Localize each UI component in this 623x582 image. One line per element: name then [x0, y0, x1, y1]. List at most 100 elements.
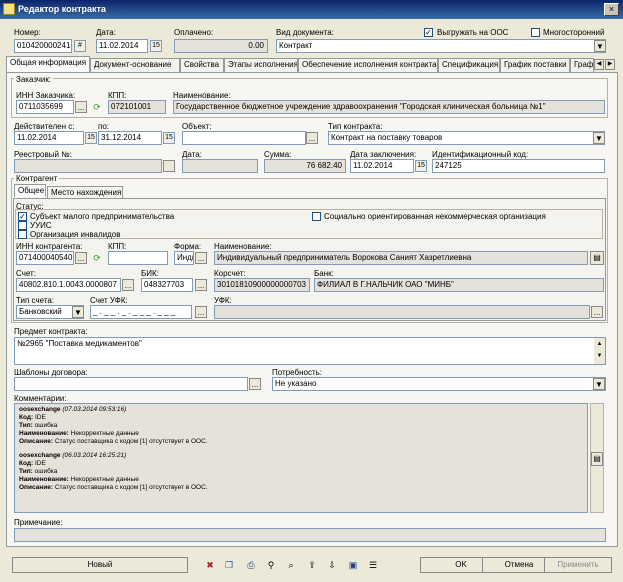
- calendar-icon[interactable]: 15: [163, 132, 175, 144]
- tab-basis[interactable]: Документ-основание: [90, 58, 180, 72]
- ufk-button[interactable]: ...: [591, 306, 603, 318]
- ufk-account-field[interactable]: _ . _ _ . _ . _ _ _ . _ _ _: [90, 305, 192, 319]
- tab-properties[interactable]: Свойства: [180, 58, 224, 72]
- refresh-icon[interactable]: ⟳: [90, 100, 104, 114]
- need-select[interactable]: Не указано: [272, 377, 606, 391]
- tab-left-icon[interactable]: ◀: [594, 59, 604, 70]
- card-icon[interactable]: ▤: [590, 251, 604, 265]
- multi-label: Многосторонний: [543, 28, 605, 37]
- from-field[interactable]: 11.02.2014: [14, 131, 84, 145]
- tab-security[interactable]: Обеспечение исполнения контракта: [298, 58, 438, 72]
- doctype-label: Вид документа:: [276, 28, 334, 37]
- close-button[interactable]: ×: [604, 3, 619, 16]
- chevron-down-icon[interactable]: ▼: [593, 132, 605, 144]
- form-field[interactable]: Инди: [174, 251, 194, 265]
- idcode-field[interactable]: 247125: [432, 159, 605, 173]
- comment-code: IDE: [34, 460, 46, 467]
- customer-inn-field[interactable]: 0711035699: [16, 100, 74, 114]
- customer-inn-button[interactable]: ...: [75, 101, 87, 113]
- tab-spec[interactable]: Спецификация: [438, 58, 500, 72]
- subtab-general[interactable]: Общее: [14, 184, 46, 197]
- status-small-business-checkbox[interactable]: ✓: [18, 212, 27, 221]
- chevron-down-icon[interactable]: ▼: [593, 378, 605, 390]
- calendar-icon[interactable]: 15: [150, 40, 162, 52]
- import-icon[interactable]: ⇩: [325, 558, 339, 572]
- paid-field: 0.00: [174, 39, 268, 53]
- form-button[interactable]: ...: [195, 252, 207, 264]
- copy-icon[interactable]: ❐: [222, 558, 236, 572]
- chevron-down-icon[interactable]: ▼: [72, 306, 84, 318]
- print-icon[interactable]: ⎙: [244, 558, 258, 572]
- app-icon: [3, 3, 15, 15]
- status-social-checkbox[interactable]: [312, 212, 321, 221]
- regdate-field: [182, 159, 258, 173]
- contractor-inn-field[interactable]: 071400040540: [16, 251, 74, 265]
- reg-field: [14, 159, 162, 173]
- comment-type-key: Тип:: [19, 468, 33, 475]
- new-button[interactable]: Новый: [12, 557, 188, 573]
- to-field[interactable]: 31.12.2014: [98, 131, 162, 145]
- object-field[interactable]: [182, 131, 306, 145]
- tab-right-icon[interactable]: ▶: [605, 59, 615, 70]
- note-icon[interactable]: ▤: [591, 452, 603, 466]
- templates-button[interactable]: ...: [249, 378, 261, 390]
- comment-type: ошибка: [34, 422, 58, 429]
- reg-button[interactable]: [163, 160, 175, 172]
- delete-icon[interactable]: ✖: [203, 558, 217, 572]
- subtab-location[interactable]: Место нахождения: [47, 186, 123, 198]
- account-button[interactable]: ...: [122, 279, 134, 291]
- tab-more[interactable]: Граф: [570, 58, 594, 72]
- number-label: Номер:: [14, 28, 41, 37]
- calendar-icon[interactable]: 15: [415, 160, 427, 172]
- ufk-account-button[interactable]: ...: [195, 306, 207, 318]
- calendar-icon[interactable]: 15: [85, 132, 97, 144]
- list-icon[interactable]: ☰: [366, 558, 380, 572]
- number-field[interactable]: 010420000241: [14, 39, 72, 53]
- ctype-select[interactable]: Контракт на поставку товаров: [328, 131, 605, 145]
- customer-kpp-field: 072101001: [108, 100, 166, 114]
- export-icon[interactable]: ⇪: [305, 558, 319, 572]
- templates-field[interactable]: [14, 377, 248, 391]
- bik-field[interactable]: 048327703: [141, 278, 193, 292]
- tab-stages[interactable]: Этапы исполнения: [224, 58, 298, 72]
- customer-group-label: Заказчик:: [14, 75, 54, 85]
- account-field[interactable]: 40802.810.1.0043.0000807: [16, 278, 121, 292]
- window-title: Редактор контракта: [0, 0, 623, 19]
- contractor-kpp-field[interactable]: [108, 251, 168, 265]
- conclusion-field[interactable]: 11.02.2014: [350, 159, 414, 173]
- note-field: [14, 528, 606, 542]
- doctype-select[interactable]: Контракт: [276, 39, 606, 53]
- subject-scrollbar[interactable]: ▲ ▼: [594, 338, 605, 364]
- bik-button[interactable]: ...: [195, 279, 207, 291]
- contractor-group-label: Контрагент: [14, 174, 60, 184]
- export-checkbox[interactable]: ✓: [424, 28, 433, 37]
- comments-box: oosexchange (07.03.2014 09:53:16) Код: I…: [14, 403, 588, 513]
- search-icon[interactable]: ⌕: [284, 558, 298, 572]
- subject-label: Предмет контракта:: [14, 327, 88, 336]
- chevron-down-icon[interactable]: ▼: [594, 40, 606, 52]
- multi-checkbox[interactable]: [531, 28, 540, 37]
- apply-button[interactable]: Применить: [544, 557, 612, 573]
- date-field[interactable]: 11.02.2014: [96, 39, 148, 53]
- save-icon[interactable]: ▣: [346, 558, 360, 572]
- tab-general[interactable]: Общая информация: [6, 56, 90, 72]
- object-button[interactable]: ...: [306, 132, 318, 144]
- comment-name: Некорректные данные: [70, 476, 139, 483]
- number-edit-icon[interactable]: #: [74, 40, 86, 52]
- comment-code-key: Код:: [19, 460, 34, 467]
- comment-entry: oosexchange (06.03.2014 16:25:21) Код: I…: [19, 452, 583, 492]
- contractor-name-field: Индивидуальный предприниматель Ворокова …: [214, 251, 588, 265]
- status-uuis-checkbox[interactable]: [18, 221, 27, 230]
- comment-type-key: Тип:: [19, 422, 33, 429]
- status-social-label: Социально ориентированная некоммерческая…: [324, 212, 546, 221]
- attach-icon[interactable]: ⚲: [264, 558, 278, 572]
- comment-name-key: Наименование:: [19, 476, 69, 483]
- comment-time: (07.03.2014 09:53:16): [62, 406, 127, 413]
- refresh-icon[interactable]: ⟳: [90, 251, 104, 265]
- tab-schedule[interactable]: График поставки: [500, 58, 570, 72]
- contractor-inn-button[interactable]: ...: [75, 252, 87, 264]
- status-disabled-checkbox[interactable]: [18, 230, 27, 239]
- subject-field[interactable]: №2965 "Поставка медикаментов": [14, 337, 606, 365]
- tab-bar: Общая информация Документ-основание Свой…: [6, 56, 606, 72]
- comment-type: ошибка: [34, 468, 58, 475]
